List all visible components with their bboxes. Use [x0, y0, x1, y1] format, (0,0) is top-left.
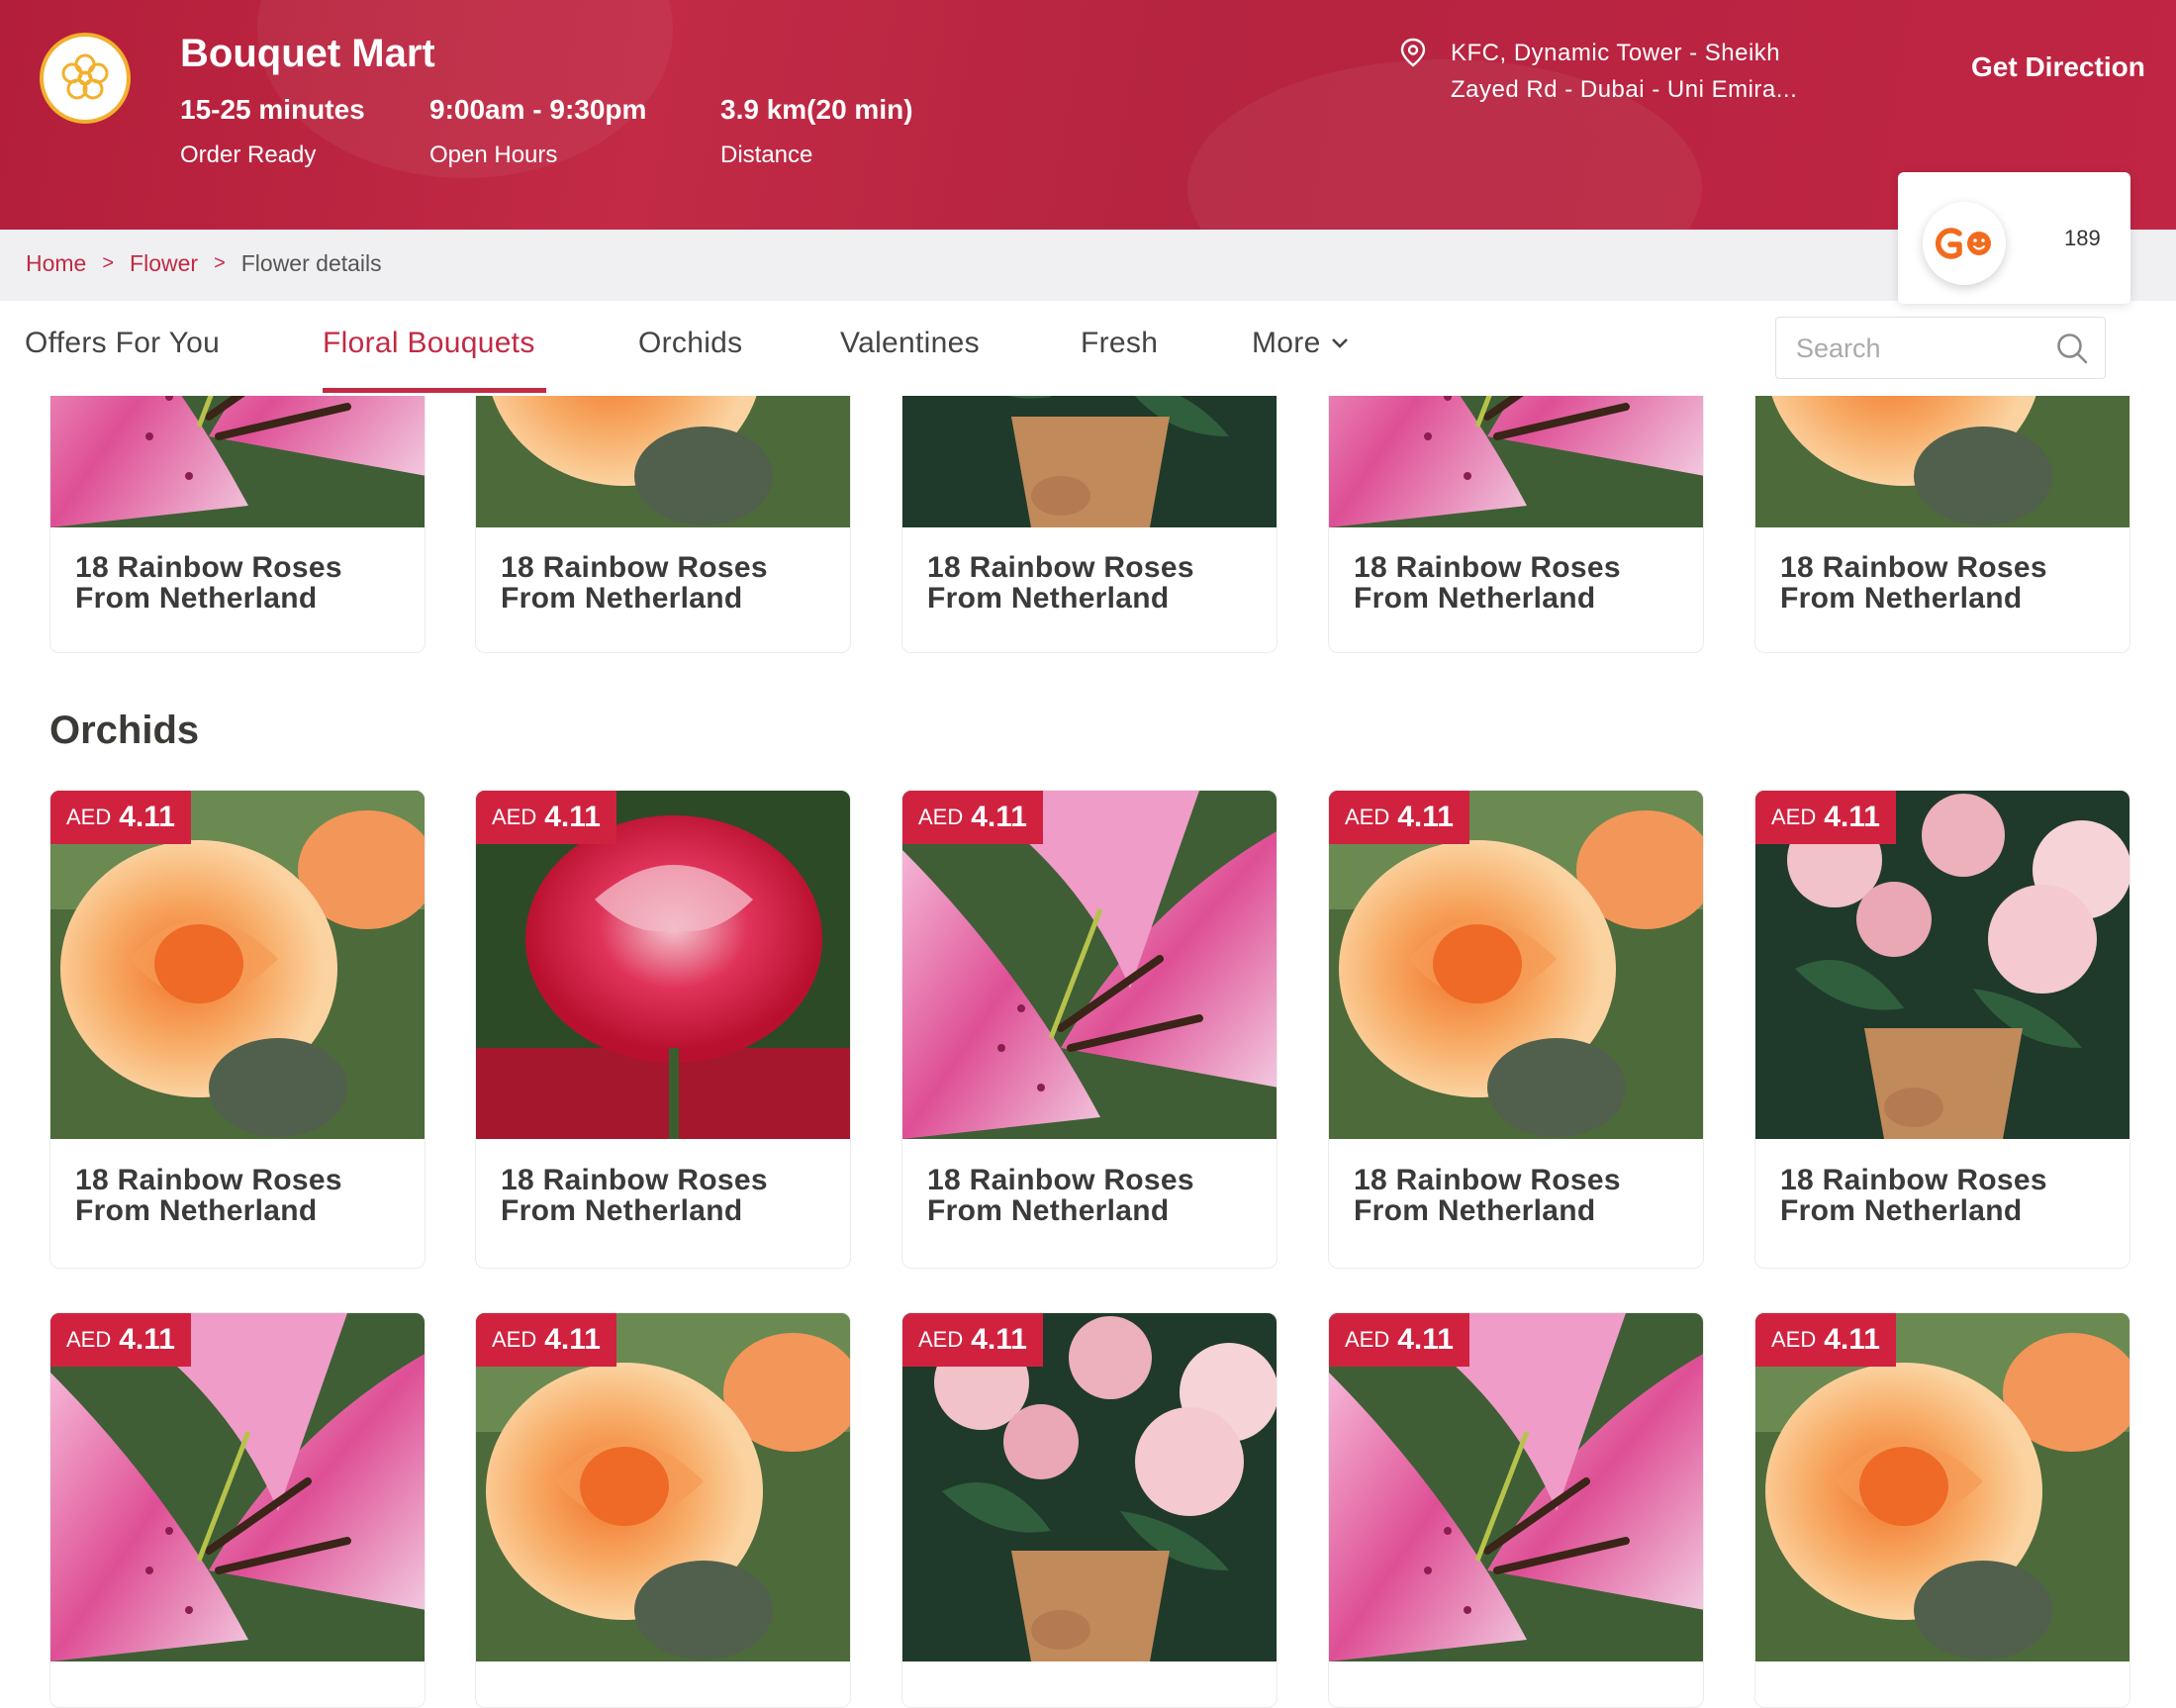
product-image-orange-rose	[476, 396, 850, 527]
location-pin-icon	[1399, 38, 1427, 72]
flower-logo-icon	[61, 53, 109, 100]
price-tag: AED 4.11	[902, 791, 1043, 844]
go-points-card[interactable]: 189	[1898, 172, 2130, 304]
tab-valentines[interactable]: Valentines	[840, 327, 980, 360]
product-title: 18 Rainbow Roses From Netherland	[501, 1164, 768, 1227]
open-hours-value: 9:00am - 9:30pm	[429, 94, 647, 125]
product-card[interactable]: 18 Rainbow Roses From Netherland	[1328, 396, 1704, 653]
product-image-orange-rose	[1755, 396, 2129, 527]
product-title: 18 Rainbow Roses From Netherland	[1780, 551, 2047, 615]
order-ready-label: Order Ready	[180, 142, 317, 168]
breadcrumb-current: Flower details	[240, 250, 382, 276]
section-title-orchids: Orchids	[49, 709, 200, 752]
breadcrumb-home[interactable]: Home	[26, 250, 86, 277]
product-card[interactable]: 18 Rainbow Roses From Netherland	[1754, 396, 2130, 653]
product-card[interactable]: AED 4.11 18 Rainbow Roses From Netherland	[901, 790, 1277, 1269]
active-tab-indicator	[323, 388, 546, 393]
product-image-lily	[1329, 396, 1704, 527]
price-tag: AED 4.11	[50, 1313, 191, 1367]
price-tag: AED 4.11	[1755, 1313, 1896, 1367]
tab-orchids[interactable]: Orchids	[638, 327, 742, 360]
go-points-count: 189	[2064, 226, 2101, 250]
chevron-down-icon	[1331, 338, 1348, 348]
product-card[interactable]: AED 4.11 18 Rainbow Roses From Netherland	[475, 790, 851, 1269]
price-tag: AED 4.11	[1329, 791, 1469, 844]
breadcrumb-separator: >	[214, 252, 226, 274]
distance-label: Distance	[720, 142, 813, 168]
search-icon[interactable]	[2055, 332, 2089, 365]
price-tag: AED 4.11	[476, 791, 616, 844]
price-tag: AED 4.11	[902, 1313, 1043, 1367]
product-card[interactable]: 18 Rainbow Roses From Netherland	[475, 396, 851, 653]
product-title: 18 Rainbow Roses From Netherland	[1354, 551, 1621, 615]
store-name: Bouquet Mart	[180, 32, 435, 75]
store-address: KFC, Dynamic Tower - Sheikh Zayed Rd - D…	[1451, 35, 1846, 108]
product-title: 18 Rainbow Roses From Netherland	[75, 551, 342, 615]
product-image-peony-bouquet	[902, 396, 1277, 527]
product-title: 18 Rainbow Roses From Netherland	[501, 551, 768, 615]
product-card[interactable]: AED 4.11	[1754, 1312, 2130, 1708]
product-title: 18 Rainbow Roses From Netherland	[1780, 1164, 2047, 1227]
product-card[interactable]: 18 Rainbow Roses From Netherland	[49, 396, 426, 653]
price-tag: AED 4.11	[476, 1313, 616, 1367]
product-title: 18 Rainbow Roses From Netherland	[1354, 1164, 1621, 1227]
tab-more-label: More	[1252, 327, 1321, 359]
price-tag: AED 4.11	[50, 791, 191, 844]
search-box[interactable]	[1775, 317, 2106, 379]
product-card[interactable]: AED 4.11 18 Rainbow Roses From Netherland	[1754, 790, 2130, 1269]
product-card[interactable]: AED 4.11	[475, 1312, 851, 1708]
go-logo	[1923, 202, 2006, 285]
order-ready-value: 15-25 minutes	[180, 94, 365, 125]
product-image-lily	[50, 396, 426, 527]
product-title: 18 Rainbow Roses From Netherland	[927, 1164, 1194, 1227]
go-logo-icon	[1935, 228, 1991, 259]
product-card[interactable]: AED 4.11 18 Rainbow Roses From Netherland	[49, 790, 426, 1269]
address-line: KFC, Dynamic Tower - Sheikh	[1451, 40, 1781, 66]
price-tag: AED 4.11	[1329, 1313, 1469, 1367]
breadcrumb: Home > Flower > Flower details	[26, 250, 382, 277]
store-logo	[40, 33, 131, 124]
product-card[interactable]: AED 4.11	[901, 1312, 1277, 1708]
distance-value: 3.9 km(20 min)	[720, 94, 913, 125]
product-card[interactable]: AED 4.11 18 Rainbow Roses From Netherland	[1328, 790, 1704, 1269]
tab-more[interactable]: More	[1252, 327, 1349, 360]
tab-floral-bouquets[interactable]: Floral Bouquets	[323, 327, 535, 360]
address-line: Zayed Rd - Dubai - Uni Emira...	[1451, 76, 1798, 103]
tab-offers-for-you[interactable]: Offers For You	[25, 327, 220, 360]
product-card[interactable]: AED 4.11	[49, 1312, 426, 1708]
get-direction-link[interactable]: Get Direction	[1971, 51, 2145, 83]
product-title: 18 Rainbow Roses From Netherland	[75, 1164, 342, 1227]
breadcrumb-separator: >	[102, 252, 115, 274]
product-card[interactable]: 18 Rainbow Roses From Netherland	[901, 396, 1277, 653]
search-input[interactable]	[1796, 330, 2043, 367]
open-hours-label: Open Hours	[429, 142, 558, 168]
breadcrumb-flower[interactable]: Flower	[130, 250, 198, 277]
product-title: 18 Rainbow Roses From Netherland	[927, 551, 1194, 615]
price-tag: AED 4.11	[1755, 791, 1896, 844]
tab-fresh[interactable]: Fresh	[1081, 327, 1158, 360]
product-card[interactable]: AED 4.11	[1328, 1312, 1704, 1708]
